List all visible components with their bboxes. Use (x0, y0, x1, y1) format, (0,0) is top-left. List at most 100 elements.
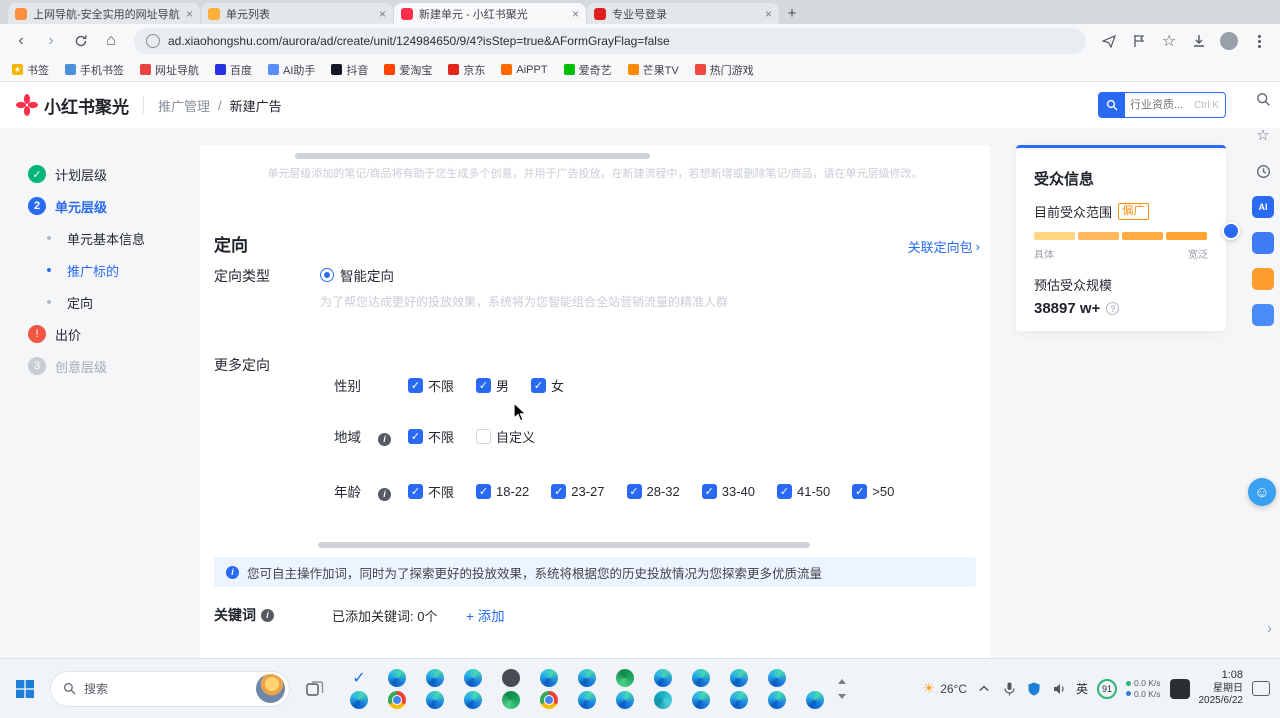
checkbox-option[interactable]: 18-22 (476, 483, 529, 499)
checkbox-option[interactable]: 23-27 (551, 483, 605, 499)
pinned-app-icon[interactable] (388, 668, 406, 687)
checkbox-option[interactable]: 自定义 (476, 427, 535, 446)
pinned-app-icon[interactable] (540, 668, 558, 687)
pinned-app-icon[interactable] (464, 668, 482, 687)
bookmark-item[interactable]: 抖音 (331, 62, 368, 78)
rail-favorite-button[interactable]: ☆ (1252, 124, 1274, 146)
checkbox[interactable] (476, 483, 492, 499)
bookmark-item[interactable]: 爱奇艺 (563, 62, 612, 78)
microphone-tray-button[interactable] (1001, 681, 1017, 697)
home-button[interactable]: ⌂ (98, 28, 124, 54)
battery-badge[interactable]: 91 (1097, 678, 1118, 699)
estimate-info-icon[interactable] (1106, 302, 1120, 315)
checkbox-option[interactable]: 不限 (408, 376, 454, 395)
step-item[interactable]: • 推广标的 (28, 254, 188, 286)
step-item[interactable]: ✓ 计划层级 (28, 158, 188, 190)
checkbox-option[interactable]: 男 (476, 376, 509, 395)
pinned-app-icon[interactable] (578, 668, 596, 687)
breadcrumb-section[interactable]: 推广管理 (158, 96, 210, 115)
pinned-app-icon[interactable] (768, 668, 786, 687)
pinned-app-icon[interactable] (464, 690, 482, 709)
app-logo[interactable]: 小红书聚光 (16, 93, 129, 118)
pinned-app-icon[interactable] (350, 669, 368, 687)
favorite-button[interactable]: ☆ (1156, 28, 1182, 54)
pinned-app-icon[interactable] (692, 668, 710, 687)
horizontal-scrollbar-top[interactable] (295, 153, 650, 159)
search-highlight-thumbnail[interactable] (256, 674, 285, 703)
add-keyword-button[interactable]: + 添加 (466, 605, 505, 625)
step-item[interactable]: • 定向 (28, 286, 188, 318)
notification-center-button[interactable] (1252, 681, 1270, 696)
ai-assistant-icon[interactable]: AI (1252, 196, 1274, 218)
back-button[interactable]: ‹ (8, 28, 34, 54)
taskbar-clock[interactable]: 1:08 星期日 2025/6/22 (1199, 669, 1244, 708)
pinned-app-icon[interactable] (616, 668, 634, 687)
bookmark-item[interactable]: 百度 (215, 62, 252, 78)
pinned-app-icon[interactable] (426, 668, 444, 687)
pinned-app-icon[interactable] (502, 690, 520, 709)
activity-icon[interactable] (1252, 268, 1274, 290)
step-item[interactable]: 2 单元层级 (28, 190, 188, 222)
refresh-button[interactable] (68, 28, 94, 54)
service-chat-button[interactable]: ☺ (1248, 478, 1276, 506)
bookmark-item[interactable]: 网址导航 (140, 62, 199, 78)
volume-tray-button[interactable] (1051, 681, 1067, 697)
checkbox-option[interactable]: 女 (531, 376, 564, 395)
bookmark-item[interactable]: AI助手 (268, 62, 315, 78)
checkbox[interactable] (408, 377, 423, 393)
bookmark-item[interactable]: 爱淘宝 (384, 62, 432, 78)
header-search[interactable]: Ctrl K (1098, 92, 1226, 118)
pinned-app-icon[interactable] (730, 668, 748, 687)
bookmark-item[interactable]: 手机书签 (65, 62, 124, 78)
site-info-icon[interactable] (146, 34, 160, 48)
pinned-app-icon[interactable] (768, 690, 786, 709)
bookmark-item[interactable]: 京东 (448, 62, 485, 78)
smart-targeting-option[interactable]: 智能定向 (320, 265, 394, 285)
profile-button[interactable] (1216, 28, 1242, 54)
pinned-app-icon[interactable] (388, 690, 406, 709)
keywords-info-icon[interactable] (261, 608, 274, 622)
checkbox-option[interactable]: 28-32 (626, 483, 680, 499)
checkbox[interactable] (408, 483, 423, 499)
checkbox[interactable] (531, 377, 547, 393)
language-indicator[interactable]: 英 (1076, 680, 1088, 697)
checkbox-option[interactable]: >50 (852, 483, 894, 499)
browser-tab[interactable]: 上网导航-安全实用的网址导航 × (8, 3, 200, 24)
start-button[interactable] (8, 667, 42, 711)
checkbox[interactable] (408, 428, 423, 444)
browser-tab[interactable]: 单元列表 × (201, 3, 393, 24)
ime-icon[interactable] (1169, 678, 1190, 699)
pinned-app-icon[interactable] (654, 690, 672, 709)
pinned-overflow-scroller[interactable] (838, 678, 846, 699)
checkbox-option[interactable]: 41-50 (777, 483, 830, 499)
tab-close-icon[interactable]: × (572, 8, 579, 20)
pinned-app-icon[interactable] (502, 668, 520, 687)
tab-close-icon[interactable]: × (186, 8, 193, 20)
pinned-app-icon[interactable] (616, 690, 634, 709)
checkbox-option[interactable]: 不限 (408, 427, 454, 446)
pinned-app-icon[interactable] (806, 690, 824, 709)
targeting-package-link[interactable]: 关联定向包 › (908, 237, 980, 256)
info-icon[interactable] (378, 432, 391, 446)
search-input[interactable] (1125, 99, 1194, 111)
step-item[interactable]: • 单元基本信息 (28, 222, 188, 254)
checkbox[interactable] (476, 377, 492, 393)
checkbox[interactable] (476, 428, 492, 444)
pinned-app-icon[interactable] (540, 690, 558, 709)
checkbox[interactable] (551, 483, 567, 499)
tray-chevron-button[interactable] (976, 681, 992, 697)
checkbox[interactable] (852, 483, 868, 499)
checkbox[interactable] (777, 483, 793, 499)
step-item[interactable]: ! 出价 (28, 318, 188, 350)
pinned-app-icon[interactable] (426, 690, 444, 709)
horizontal-scrollbar-bottom[interactable] (318, 542, 810, 548)
forward-button[interactable]: › (38, 28, 64, 54)
checkbox[interactable] (626, 483, 642, 499)
checkbox-option[interactable]: 不限 (408, 482, 454, 501)
pinned-app-icon[interactable] (350, 690, 368, 709)
pinned-app-icon[interactable] (692, 690, 710, 709)
search-button[interactable] (1099, 93, 1125, 117)
rail-search-button[interactable] (1252, 88, 1274, 110)
bookmark-item[interactable]: ★ 书签 (12, 62, 49, 78)
bookmark-item[interactable]: 热门游戏 (694, 62, 754, 78)
